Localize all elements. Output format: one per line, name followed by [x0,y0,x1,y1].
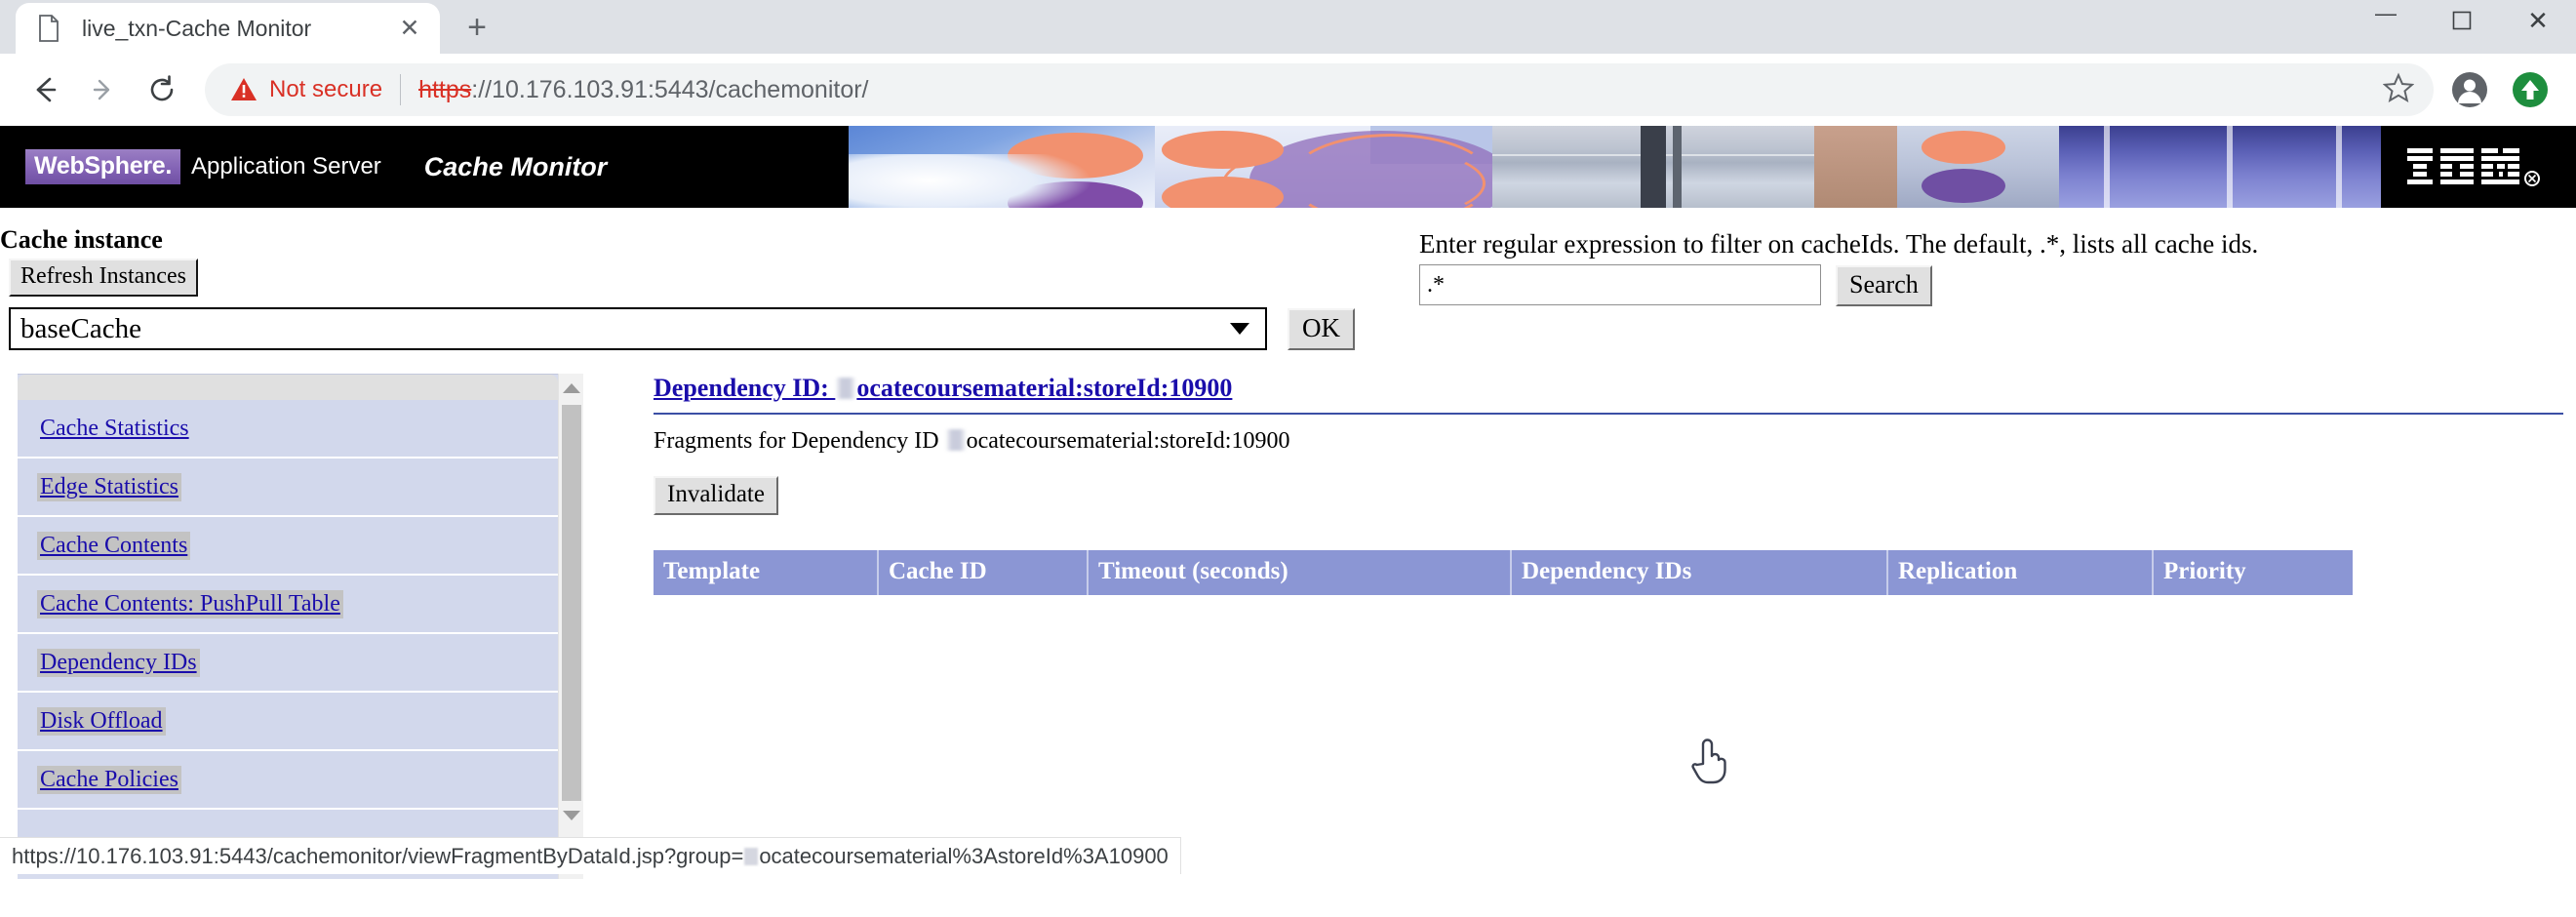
status-bar: https://10.176.103.91:5443/cachemonitor/… [0,837,1181,874]
sidebar-item-edge-statistics[interactable]: Edge Statistics [18,458,558,517]
sidebar-item-label[interactable]: Cache Contents [37,531,191,560]
column-header-cache-id[interactable]: Cache ID [878,550,1089,595]
omnibox-actions [2382,72,2415,108]
heading-divider [654,413,2563,415]
column-header-template[interactable]: Template [654,550,879,595]
tab-title: live_txn-Cache Monitor [82,15,312,41]
not-secure-label: Not secure [269,76,383,102]
redacted-block-icon [945,429,966,451]
column-header-timeout[interactable]: Timeout (seconds) [1088,550,1512,595]
sidebar-cap [18,375,558,400]
fragments-prefix: Fragments for Dependency ID [654,428,945,454]
filter-description: Enter regular expression to filter on ca… [1419,229,2259,259]
sidebar: Cache Statistics Edge Statistics Cache C… [18,374,583,879]
window-controls: — ✕ [2348,0,2576,41]
pointer-hand-cursor [1687,735,1732,790]
page-title: Cache Monitor [423,151,608,181]
dependency-id-value: ocatecoursematerial:storeId:10900 [856,374,1233,402]
star-icon[interactable] [2382,72,2415,108]
sidebar-item-cache-contents-pushpull-table[interactable]: Cache Contents: PushPull Table [18,576,558,634]
cache-instance-selected-value: baseCache [20,312,141,344]
fragments-table: Template Cache ID Timeout (seconds) Depe… [654,550,2353,595]
fragments-for-dependency-line: Fragments for Dependency ID ocatecoursem… [654,428,2576,455]
document-icon [37,15,60,42]
redacted-block-icon [744,847,759,865]
fragments-table-head: Template Cache ID Timeout (seconds) Depe… [654,550,2353,595]
back-button[interactable] [16,60,74,119]
sidebar-list: Cache Statistics Edge Statistics Cache C… [18,374,558,879]
redacted-block-icon [836,378,856,399]
invalidate-button[interactable]: Invalidate [654,476,778,515]
sidebar-item-label[interactable]: Cache Contents: PushPull Table [37,589,343,618]
sidebar-item-label[interactable]: Dependency IDs [37,648,200,677]
application-server-label: Application Server [191,153,381,179]
fragments-value: ocatecoursematerial:storeId:10900 [966,428,1290,454]
sidebar-item-label[interactable]: Edge Statistics [37,472,181,501]
sidebar-item-label[interactable]: Disk Offload [37,706,166,736]
websphere-banner: WebSphere. Application Server Cache Moni… [0,126,2576,208]
tab-strip: live_txn-Cache Monitor ✕ + — ✕ [0,0,2576,54]
page-content: Cache instance Refresh Instances baseCac… [0,208,2576,879]
websphere-logo: WebSphere. [25,149,181,184]
cache-instance-select[interactable]: baseCache [9,307,1267,350]
column-header-priority[interactable]: Priority [2153,550,2353,595]
banner-collage-image [849,126,2381,208]
forward-button[interactable] [74,60,133,119]
column-header-replication[interactable]: Replication [1887,550,2154,595]
new-tab-button[interactable]: + [454,4,500,51]
warning-triangle-icon [230,77,258,102]
scrollbar-thumb[interactable] [562,405,581,801]
search-button[interactable]: Search [1836,265,1932,306]
update-arrow-icon[interactable] [2500,60,2560,120]
url-scheme: https [418,75,472,103]
column-header-dependency-ids[interactable]: Dependency IDs [1511,550,1888,595]
url-text: https://10.176.103.91:5443/cachemonitor/ [418,76,2383,104]
cache-id-filter-input[interactable] [1419,264,1821,305]
scroll-up-arrow-icon[interactable] [562,383,580,393]
sidebar-item-dependency-ids[interactable]: Dependency IDs [18,634,558,693]
status-url-prefix: https://10.176.103.91:5443/cachemonitor/… [12,843,744,868]
browser-chrome: live_txn-Cache Monitor ✕ + — ✕ Not secur… [0,0,2576,126]
status-url-suffix: ocatecoursematerial%3AstoreId%3A10900 [759,843,1169,868]
window-maximize-button[interactable] [2424,0,2500,41]
table-header-row: Template Cache ID Timeout (seconds) Depe… [654,550,2353,595]
ibm-logo-glyph [2407,148,2540,186]
omnibox-divider [400,74,402,105]
scroll-down-arrow-icon[interactable] [562,811,580,820]
sidebar-item-label[interactable]: Cache Statistics [37,415,192,443]
sidebar-item-cache-statistics[interactable]: Cache Statistics [18,400,558,458]
ok-button[interactable]: OK [1288,308,1355,350]
sidebar-item-disk-offload[interactable]: Disk Offload [18,693,558,751]
dependency-id-heading[interactable]: Dependency ID: ocatecoursematerial:store… [654,374,1232,405]
sidebar-item-cache-contents[interactable]: Cache Contents [18,517,558,576]
account-avatar-icon[interactable] [2439,60,2500,120]
dependency-id-heading-prefix: Dependency ID: [654,374,836,402]
window-minimize-button[interactable]: — [2348,0,2424,41]
sidebar-item-cache-policies[interactable]: Cache Policies [18,751,558,810]
dependency-id-heading-row: Dependency ID: ocatecoursematerial:store… [654,374,2576,405]
url-rest: ://10.176.103.91:5443/cachemonitor/ [471,75,869,103]
reload-button[interactable] [133,60,191,119]
address-bar[interactable]: Not secure https://10.176.103.91:5443/ca… [205,63,2434,116]
browser-toolbar: Not secure https://10.176.103.91:5443/ca… [0,54,2576,126]
refresh-instances-button[interactable]: Refresh Instances [9,259,198,297]
sidebar-scrollbar[interactable] [558,374,583,879]
browser-tab[interactable]: live_txn-Cache Monitor ✕ [16,3,440,54]
tab-close-icon[interactable]: ✕ [393,12,426,45]
websphere-brand: WebSphere. Application Server Cache Moni… [0,126,849,208]
ibm-logo [2381,126,2576,208]
main-panel: Dependency ID: ocatecoursematerial:store… [654,374,2576,595]
sidebar-item-label[interactable]: Cache Policies [37,765,181,794]
chevron-down-icon [1230,323,1249,335]
window-close-button[interactable]: ✕ [2500,0,2576,41]
cache-instance-label: Cache instance [0,225,163,254]
